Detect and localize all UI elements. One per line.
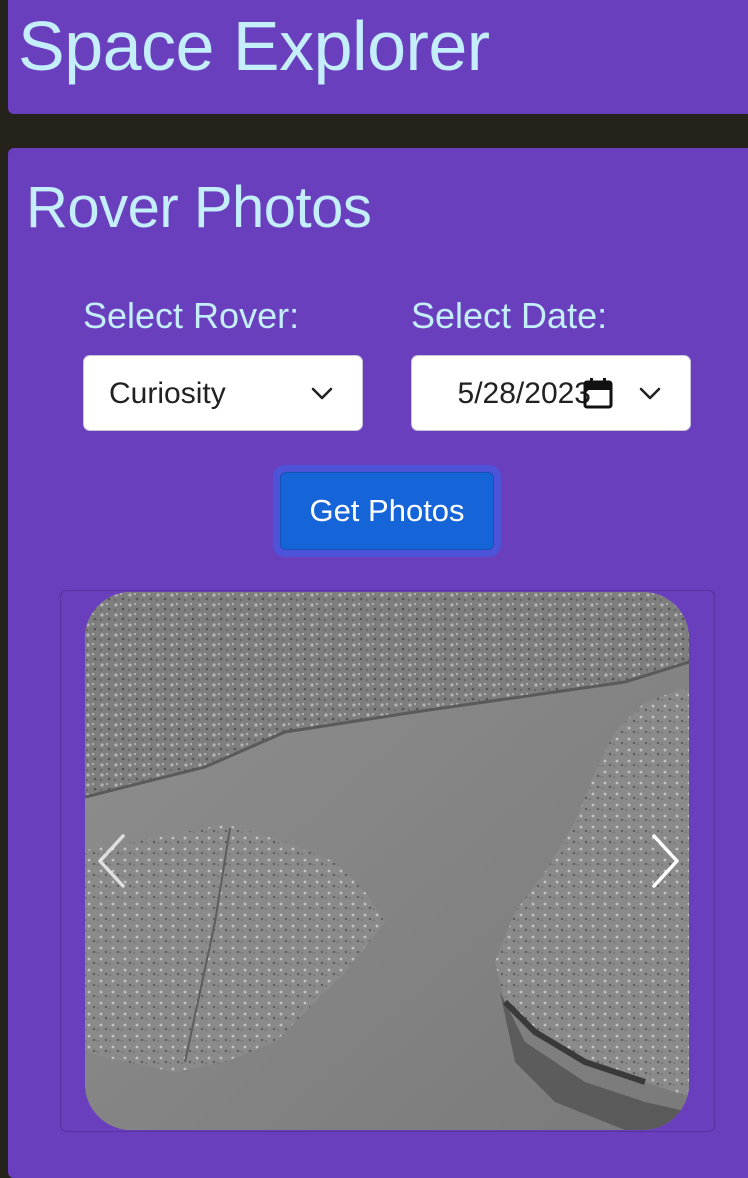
get-photos-button-label: Get Photos (280, 472, 494, 550)
get-photos-button[interactable]: Get Photos (273, 465, 501, 557)
chevron-left-icon[interactable] (95, 832, 129, 890)
app-title: Space Explorer (18, 7, 490, 85)
date-input-value: 5/28/2023 (457, 377, 591, 410)
rover-select[interactable]: Curiosity (83, 355, 363, 431)
select-date-label: Select Date: (411, 295, 608, 336)
rover-photo (85, 592, 689, 1130)
date-input[interactable]: 5/28/2023 (411, 355, 691, 431)
chevron-down-icon (639, 387, 661, 400)
chevron-right-icon[interactable] (648, 832, 682, 890)
rover-select-value: Curiosity (109, 377, 226, 410)
chevron-down-icon (311, 387, 333, 400)
select-rover-label: Select Rover: (83, 295, 300, 336)
calendar-icon[interactable] (583, 377, 613, 409)
section-title: Rover Photos (26, 175, 372, 240)
